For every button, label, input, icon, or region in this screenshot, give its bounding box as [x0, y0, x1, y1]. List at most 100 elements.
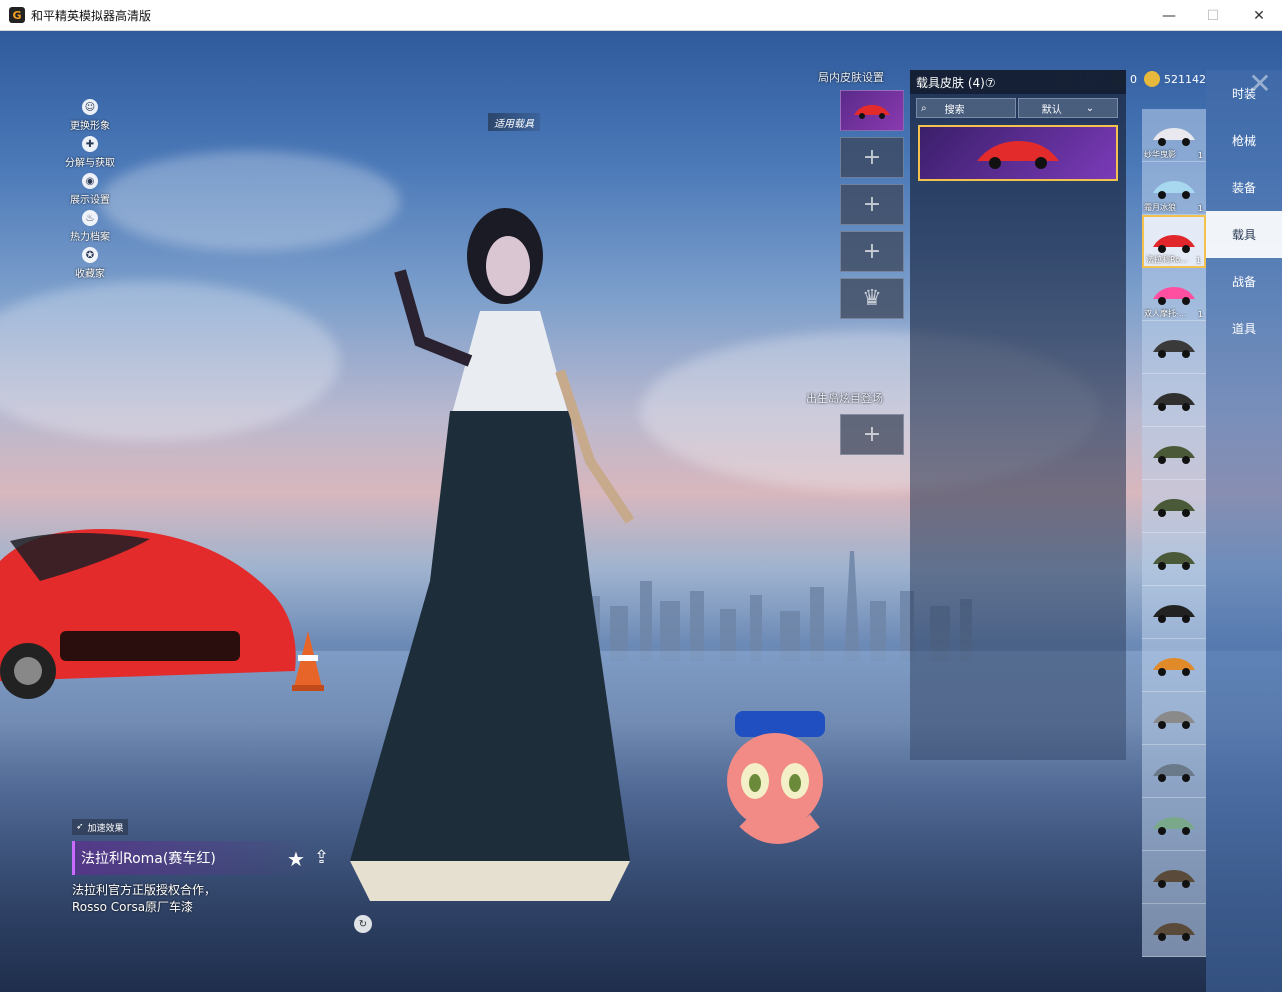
item-description: 法拉利官方正版授权合作，Rosso Corsa原厂车漆: [72, 883, 217, 914]
traffic-cone: [292, 631, 324, 691]
skin-search-input[interactable]: ⌕ 搜索: [916, 98, 1016, 118]
applicable-vehicle-label[interactable]: 适用载具: [488, 113, 540, 131]
window-title: 和平精英模拟器高清版: [31, 8, 152, 23]
minimize-button[interactable]: —: [1146, 0, 1192, 31]
spawn-showcase-caption: 出生岛炫目登场: [806, 392, 883, 405]
star-favorite-icon[interactable]: ★: [287, 847, 305, 871]
vehicle-skin-panel: 载具皮肤 (4)⑦ ⌕ 搜索 默认 ⌄: [910, 70, 1126, 760]
collector-badge-icon: ✪: [82, 247, 98, 263]
vehicle-name: 霜月冰狼: [1144, 203, 1176, 212]
equipped-skin-slot[interactable]: [840, 90, 904, 131]
points-coin-icon: [1144, 71, 1160, 87]
gold-coin-value: 0: [1130, 72, 1137, 86]
vehicle-thumbnail: [1153, 605, 1195, 623]
sort-label: 默认: [1041, 104, 1062, 116]
vehicle-thumbnail: [1153, 340, 1195, 358]
vehicle-list-item[interactable]: [1142, 745, 1206, 798]
crown-slot[interactable]: ♛: [840, 278, 904, 319]
vehicle-name: 法拉利Ro...: [1146, 255, 1188, 264]
flame-icon: ♨: [82, 210, 98, 226]
search-icon: ⌕: [921, 102, 927, 114]
ferrari-roma-car: [0, 529, 296, 699]
category-tabs: 时装 枪械 装备 载具 战备 道具: [1206, 70, 1282, 992]
vehicle-list-item[interactable]: 纱华曳影 1: [1142, 109, 1206, 162]
vehicle-thumbnail: [1153, 870, 1195, 888]
vehicle-count: 1: [1197, 151, 1203, 160]
vehicle-list-item[interactable]: [1142, 321, 1206, 374]
skin-card-ferrari[interactable]: [918, 125, 1118, 181]
vehicle-name: 双人摩托-...: [1144, 309, 1187, 318]
vehicle-list-item[interactable]: [1142, 851, 1206, 904]
vehicle-thumbnail: [1153, 128, 1195, 146]
currency-points[interactable]: 521142: [1144, 71, 1206, 87]
vehicle-list-item[interactable]: 法拉利Ro... 1: [1142, 215, 1206, 268]
red-car-thumb-icon: [854, 104, 890, 119]
vehicle-thumbnail: [1153, 393, 1195, 411]
vehicle-thumbnail: [1153, 552, 1195, 570]
item-title: 法拉利Roma(赛车红): [72, 841, 312, 875]
in-match-skin-caption: 局内皮肤设置: [818, 71, 884, 84]
search-placeholder: 搜索: [944, 104, 965, 116]
points-coin-value: 521142: [1164, 72, 1206, 86]
vehicle-list-item[interactable]: [1142, 904, 1206, 957]
person-icon: ☺: [82, 99, 98, 115]
vehicle-list-item[interactable]: [1142, 533, 1206, 586]
vehicle-thumbnail: [1153, 817, 1195, 835]
vehicle-list-item[interactable]: [1142, 374, 1206, 427]
vehicle-thumbnail: [1153, 181, 1195, 199]
vehicle-list: 纱华曳影 1 霜月冰狼 1 法拉利Ro... 1 双人摩托-... 1: [1142, 109, 1206, 957]
tab-fashion[interactable]: 时装: [1206, 70, 1282, 117]
vehicle-list-item[interactable]: [1142, 798, 1206, 851]
vehicle-thumbnail: [1153, 287, 1195, 305]
vehicle-list-item[interactable]: 霜月冰狼 1: [1142, 162, 1206, 215]
vehicle-list-item[interactable]: [1142, 427, 1206, 480]
red-car-image: [977, 141, 1059, 169]
vehicle-thumbnail: [1153, 923, 1195, 941]
vehicle-list-item[interactable]: [1142, 480, 1206, 533]
close-window-button[interactable]: ✕: [1236, 0, 1282, 31]
vehicle-count: 1: [1195, 256, 1201, 265]
decompose-obtain-item[interactable]: ✚ 分解与获取: [58, 136, 122, 173]
tab-equipment[interactable]: 装备: [1206, 164, 1282, 211]
collector-item[interactable]: ✪ 收藏家: [58, 247, 122, 284]
share-icon[interactable]: ⇪: [314, 847, 329, 868]
game-scene: ☺ 更换形象 ✚ 分解与获取 ◉ 展示设置 ♨ 热力档案 ✪ 收藏家 适用载具 …: [0, 31, 1282, 992]
vehicle-thumbnail: [1153, 499, 1195, 517]
window-titlebar: G 和平精英模拟器高清版 — ☐ ✕: [0, 0, 1282, 31]
maximize-button[interactable]: ☐: [1190, 0, 1236, 31]
empty-skin-slot[interactable]: +: [840, 137, 904, 178]
empty-skin-slot[interactable]: +: [840, 231, 904, 272]
change-appearance-item[interactable]: ☺ 更换形象: [58, 99, 122, 136]
chevron-down-icon: ⌄: [1085, 102, 1095, 114]
spawn-showcase-slot[interactable]: +: [840, 414, 904, 455]
heat-archive-item[interactable]: ♨ 热力档案: [58, 210, 122, 247]
left-menu: ☺ 更换形象 ✚ 分解与获取 ◉ 展示设置 ♨ 热力档案 ✪ 收藏家: [58, 99, 122, 284]
vehicle-name: 纱华曳影: [1144, 150, 1176, 159]
boost-icon: ➶: [76, 822, 84, 832]
pet-companion: [727, 711, 825, 844]
puzzle-icon: ✚: [82, 136, 98, 152]
eye-icon: ◉: [82, 173, 98, 189]
tab-vehicles[interactable]: 载具: [1206, 211, 1282, 258]
boost-label: 加速效果: [87, 823, 124, 834]
character-model: [350, 208, 635, 901]
boost-effect-badge[interactable]: ➶ 加速效果: [72, 819, 128, 835]
vehicle-list-item[interactable]: [1142, 639, 1206, 692]
vehicle-thumbnail: [1153, 711, 1195, 729]
cloud-decoration: [0, 281, 340, 441]
vehicle-skin-header: 载具皮肤 (4)⑦: [910, 70, 1126, 94]
vehicle-count: 1: [1197, 204, 1203, 213]
tab-weapons[interactable]: 枪械: [1206, 117, 1282, 164]
display-settings-item[interactable]: ◉ 展示设置: [58, 173, 122, 210]
vehicle-thumbnail: [1153, 764, 1195, 782]
vehicle-list-item[interactable]: [1142, 692, 1206, 745]
vehicle-list-item[interactable]: [1142, 586, 1206, 639]
vehicle-thumbnail: [1153, 658, 1195, 676]
app-logo-icon: G: [9, 7, 25, 23]
tab-items[interactable]: 道具: [1206, 305, 1282, 352]
empty-skin-slot[interactable]: +: [840, 184, 904, 225]
skin-sort-dropdown[interactable]: 默认 ⌄: [1018, 98, 1118, 118]
rotate-view-icon[interactable]: ↻: [354, 915, 372, 933]
tab-combat-prep[interactable]: 战备: [1206, 258, 1282, 305]
vehicle-list-item[interactable]: 双人摩托-... 1: [1142, 268, 1206, 321]
